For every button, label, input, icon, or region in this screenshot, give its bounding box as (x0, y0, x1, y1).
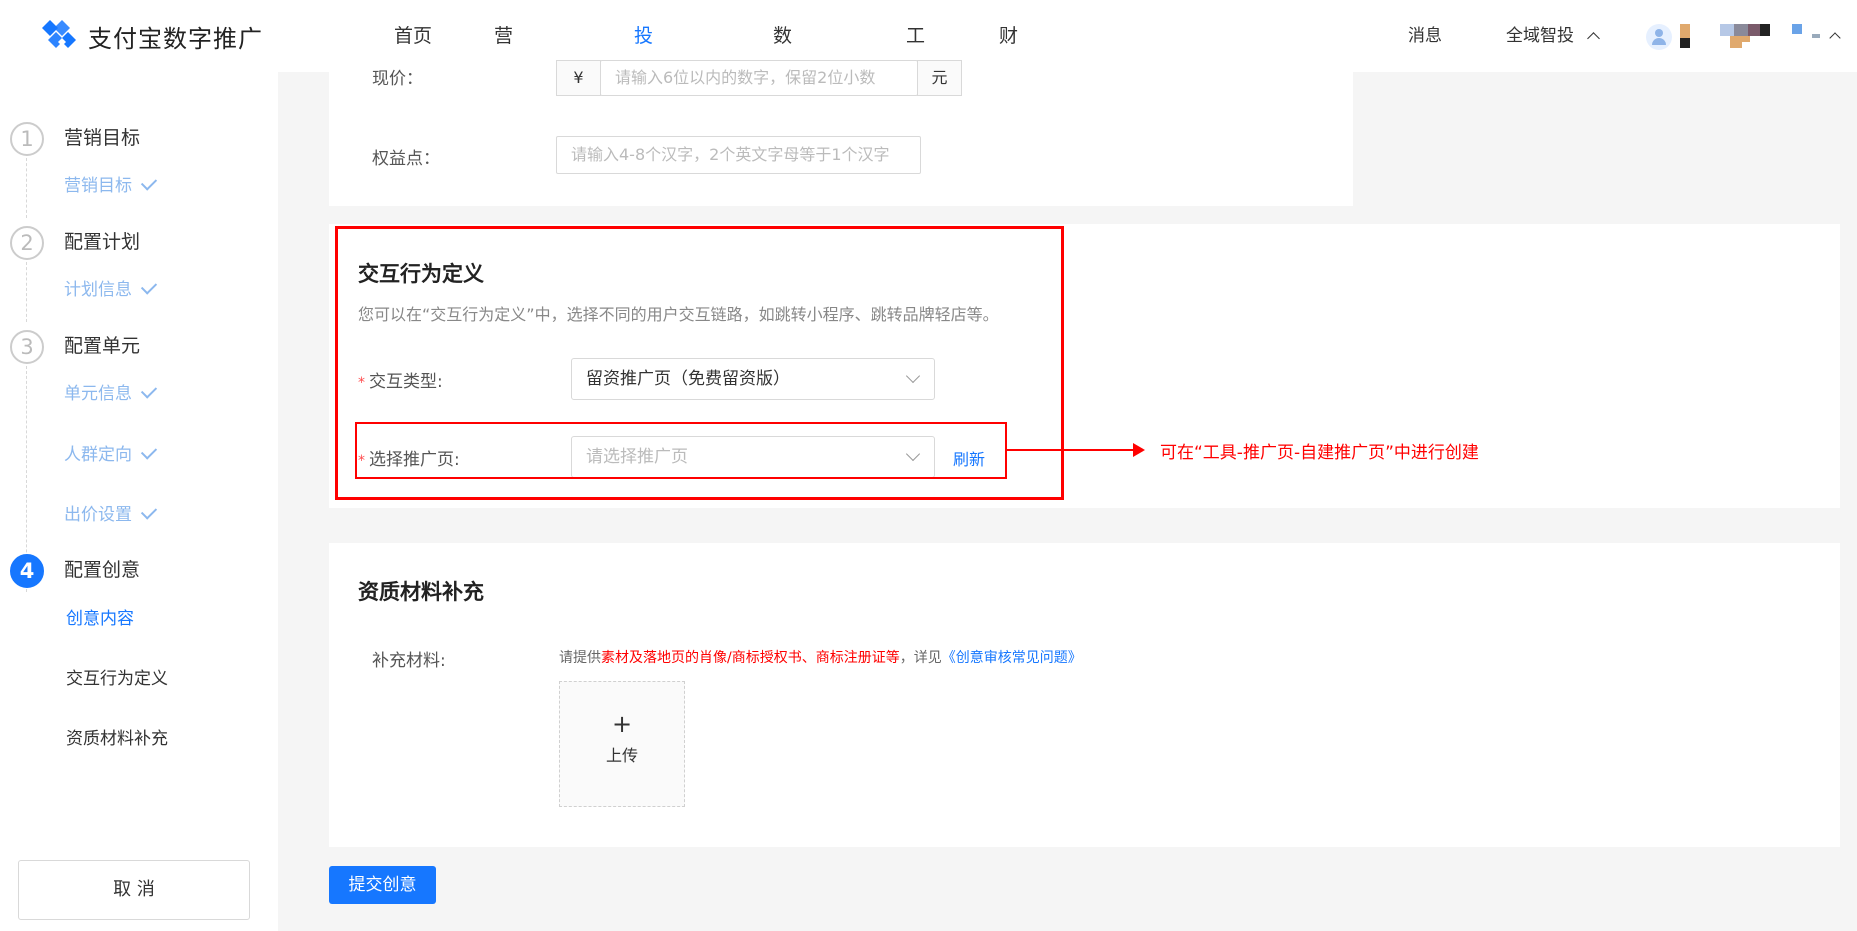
check-icon (140, 382, 158, 399)
smart-delivery-menu[interactable]: 全域智投 (1506, 0, 1601, 72)
step-3-sub-audience-targeting[interactable]: 人群定向 (64, 440, 158, 465)
supplement-materials-label: 补充材料: (372, 651, 446, 671)
step-3-circle: 3 (10, 330, 44, 364)
nav-marketing-goal[interactable]: 营销目标 (494, 0, 513, 263)
check-icon (140, 443, 158, 460)
step-sub-label: 出价设置 (64, 505, 132, 525)
user-avatar[interactable] (1646, 24, 1672, 50)
nav-finance[interactable]: 财务 (999, 0, 1018, 119)
step-sub-label: 单元信息 (64, 384, 132, 404)
check-icon (140, 503, 158, 520)
step-2-sub-plan-info[interactable]: 计划信息 (64, 275, 158, 300)
account-name-masked[interactable] (1680, 24, 1840, 50)
step-connector (26, 158, 27, 218)
smart-delivery-label: 全域智投 (1506, 26, 1574, 46)
plus-icon: + (611, 710, 633, 738)
step-1-title[interactable]: 营销目标 (64, 123, 140, 150)
messages-link[interactable]: 消息 (1408, 0, 1442, 72)
app-logo[interactable]: 支付宝数字推广 (40, 18, 263, 54)
price-label: 现价： (372, 69, 423, 89)
annotation-text: 可在“工具-推广页-自建推广页”中进行创建 (1160, 443, 1479, 463)
annotation-highlight-box-inner (355, 422, 1007, 479)
check-icon (140, 174, 158, 191)
step-3-title[interactable]: 配置单元 (64, 331, 140, 358)
benefit-input[interactable]: 请输入4-8个汉字，2个英文字母等于1个汉字 (556, 136, 921, 174)
qualification-card: 资质材料补充 补充材料: 请提供素材及落地页的肖像/商标授权书、商标注册证等，详… (329, 543, 1840, 847)
nav-home[interactable]: 首页 (394, 0, 474, 72)
step-4-sub-interaction-definition[interactable]: 交互行为定义 (66, 664, 168, 689)
step-4-sub-creative-content[interactable]: 创意内容 (66, 604, 134, 629)
chevron-up-icon (1587, 32, 1601, 45)
benefit-label: 权益点： (372, 149, 440, 169)
submit-creative-button[interactable]: 提交创意 (329, 866, 436, 904)
step-4-title[interactable]: 配置创意 (64, 555, 140, 582)
step-2-circle: 2 (10, 226, 44, 260)
step-2-title[interactable]: 配置计划 (64, 227, 140, 254)
upload-label: 上传 (605, 746, 638, 765)
hint-highlight: 素材及落地页的肖像/商标授权书、商标注册证等 (601, 650, 900, 666)
currency-addon: ¥ (556, 60, 601, 96)
app-name: 支付宝数字推广 (88, 24, 263, 53)
unit-addon: 元 (917, 60, 962, 96)
step-sub-label: 人群定向 (64, 445, 132, 465)
step-1-sub-marketing-goal[interactable]: 营销目标 (64, 171, 158, 196)
step-sub-label: 计划信息 (64, 280, 132, 300)
steps-sidebar: 1 营销目标 营销目标 2 配置计划 计划信息 3 配置单元 单元信息 人群定向… (0, 72, 278, 931)
step-1-circle: 1 (10, 122, 44, 156)
step-3-sub-bid-settings[interactable]: 出价设置 (64, 500, 158, 525)
cancel-button[interactable]: 取 消 (18, 860, 250, 920)
user-icon (1655, 29, 1663, 37)
main-nav: 首页 营销目标 投放管理 数据报表 工具 财务 (394, 0, 1018, 263)
step-4-circle: 4 (10, 554, 44, 588)
step-4-sub-qualification-materials[interactable]: 资质材料补充 (66, 724, 168, 749)
step-sub-label: 营销目标 (64, 176, 132, 196)
alipay-logo-icon (42, 20, 76, 48)
supplement-hint: 请提供素材及落地页的肖像/商标授权书、商标注册证等，详见《创意审核常见问题》 (559, 647, 1082, 667)
step-connector (26, 262, 27, 322)
upload-button[interactable]: + 上传 (559, 681, 685, 807)
annotation-arrow-icon (1133, 443, 1145, 457)
step-3-sub-unit-info[interactable]: 单元信息 (64, 379, 158, 404)
hint-mid: ，详见 (899, 650, 942, 666)
annotation-arrow-line (1007, 449, 1135, 451)
check-icon (140, 278, 158, 295)
creative-review-faq-link[interactable]: 《创意审核常见问题》 (942, 650, 1082, 666)
creative-content-card: 现价： ¥ 请输入6位以内的数字，保留2位小数 元 权益点： 请输入4-8个汉字… (329, 60, 1353, 206)
qualification-section-title: 资质材料补充 (358, 580, 484, 604)
hint-prefix: 请提供 (559, 650, 601, 666)
price-input[interactable]: 请输入6位以内的数字，保留2位小数 (600, 60, 918, 96)
